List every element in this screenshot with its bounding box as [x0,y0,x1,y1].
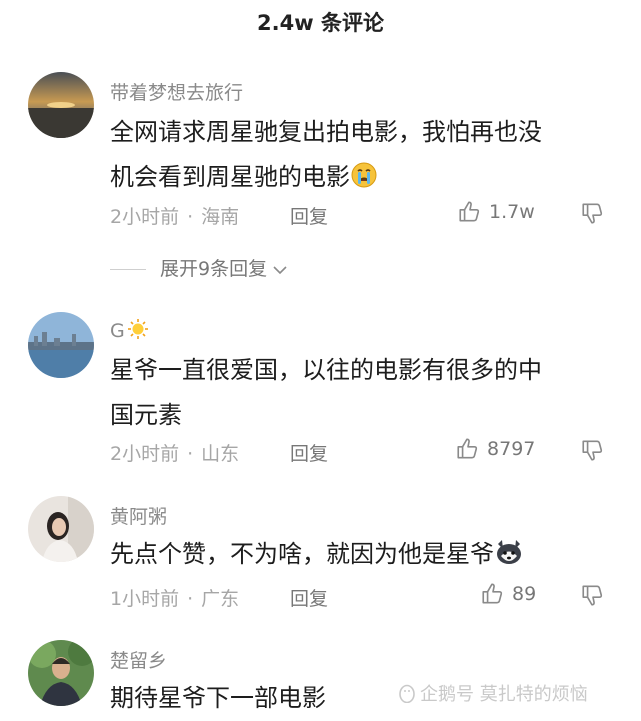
comment-text-line: 先点个赞，不为啥，就因为他是星爷 [110,532,610,581]
divider [110,269,146,270]
comment-username[interactable]: 楚留乡 [110,646,167,673]
dislike-button[interactable] [580,582,606,608]
crying-face-icon [350,159,378,204]
avatar[interactable] [28,72,94,138]
avatar[interactable] [28,496,94,562]
comment-location: 山东 [201,443,240,465]
username-text: G [110,320,125,342]
comment-text-line: 国元素 [110,401,182,429]
comment-text-line: 全网请求周星驰复出拍电影，我怕再也没 [110,118,542,146]
reply-button[interactable]: 回复 [290,202,328,229]
expand-replies-label: 展开9条回复 [160,258,268,280]
reply-button[interactable]: 回复 [290,584,328,611]
thumbs-down-icon [582,585,603,606]
comments-count-title: 2.4w 条评论 [257,11,384,35]
comment-time: 1小时前 [110,588,180,610]
comment-text-line: 机会看到周星驰的电影 [110,155,610,204]
meta-separator: · [187,206,194,228]
reply-button[interactable]: 回复 [290,439,328,466]
dislike-button[interactable] [580,437,606,463]
thumbs-up-icon [482,583,503,604]
avatar[interactable] [28,312,94,378]
like-count: 8797 [487,438,536,460]
watermark-text: 企鹅号 莫扎特的烦恼 [420,684,588,705]
comment-username[interactable]: 黄阿粥 [110,502,167,529]
comment-username[interactable]: G [110,318,149,345]
dislike-button[interactable] [580,200,606,226]
comment-username[interactable]: 带着梦想去旅行 [110,78,243,105]
sun-icon [127,318,149,345]
comment-text: 星爷一直很爱国，以往的电影有很多的中 国元素 [110,348,610,438]
chevron-down-icon [273,265,287,274]
comment-text-line2: 机会看到周星驰的电影 [110,163,350,191]
like-count: 1.7w [489,201,535,223]
comment-meta: 2小时前 · 山东 回复 [110,439,370,466]
like-button[interactable]: 1.7w [457,199,535,225]
thumbs-up-icon [457,438,478,459]
like-button[interactable]: 8797 [455,436,535,462]
thumbs-down-icon [582,203,603,224]
like-button[interactable]: 89 [480,581,536,607]
meta-separator: · [187,588,194,610]
comment-text-line1: 先点个赞，不为啥，就因为他是星爷 [110,540,494,568]
expand-replies-button[interactable]: 展开9条回复 [110,254,289,281]
like-count: 89 [512,583,537,605]
thumbs-down-icon [582,440,603,461]
comment-location: 广东 [201,588,240,610]
comment-item: G 星爷一直很爱国，以往的电影有很多的中 国元素 2小时前 · 山东 回复 8797 [0,312,641,472]
comment-item: 带着梦想去旅行 全网请求周星驰复出拍电影，我怕再也没 机会看到周星驰的电影 2小… [0,72,641,282]
meta-separator: · [187,443,194,465]
comment-time: 2小时前 [110,206,180,228]
comment-text: 全网请求周星驰复出拍电影，我怕再也没 机会看到周星驰的电影 [110,110,610,204]
comment-item: 黄阿粥 先点个赞，不为啥，就因为他是星爷 1小时前 · 广东 回复 89 [0,496,641,616]
comment-time: 2小时前 [110,443,180,465]
watermark: 企鹅号 莫扎特的烦恼 [398,680,588,708]
thumbs-up-icon [459,201,480,222]
husky-dog-icon [494,536,524,581]
avatar[interactable] [28,640,94,706]
comment-text-line: 星爷一直很爱国，以往的电影有很多的中 [110,356,542,384]
penguin-logo-icon [398,683,416,708]
comment-text: 先点个赞，不为啥，就因为他是星爷 [110,532,610,581]
comment-meta: 2小时前 · 海南 回复 [110,202,370,229]
comment-meta: 1小时前 · 广东 回复 [110,584,370,611]
comment-location: 海南 [201,206,240,228]
